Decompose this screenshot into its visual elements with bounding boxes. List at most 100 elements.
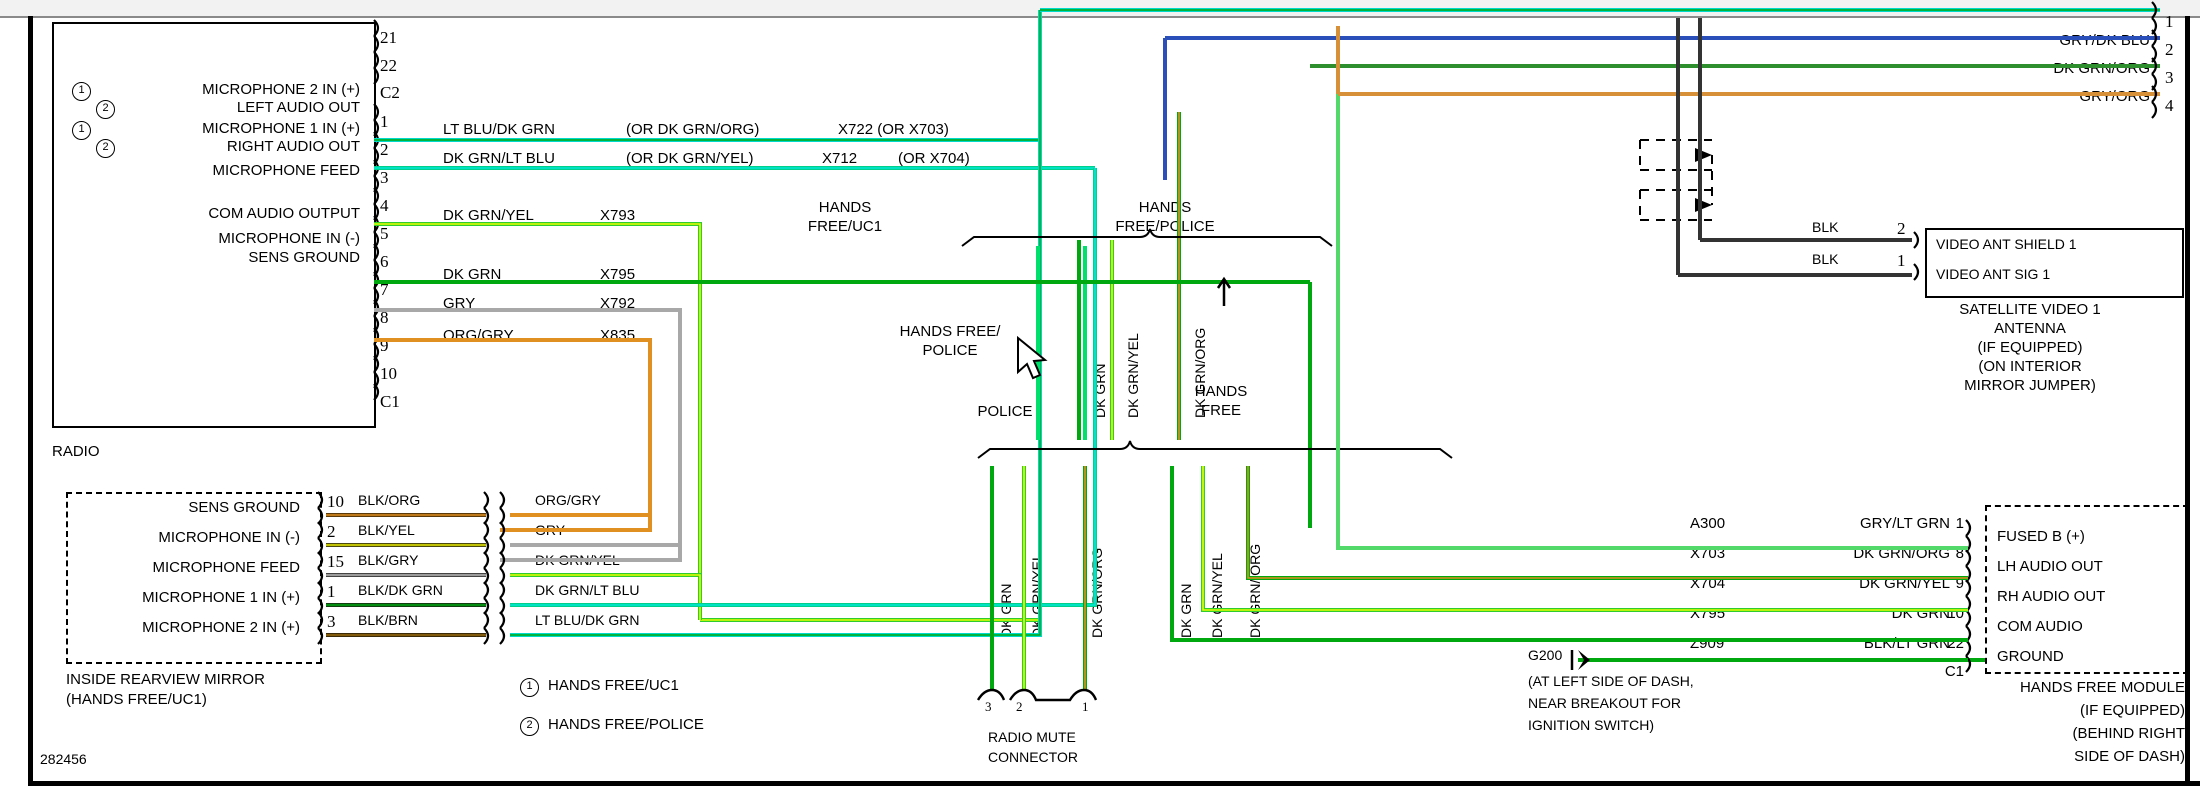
radio-wire1-circuit: X722 (OR X703) (838, 121, 949, 138)
radio-wire1-color: LT BLU/DK GRN (443, 121, 555, 138)
hfm-row3-pin: 10 (1947, 605, 1964, 622)
satellite-antenna-wire2-color: BLK (1812, 251, 1839, 267)
satellite-antenna-row2: VIDEO ANT SIG 1 (1936, 266, 2051, 282)
hfm-row4-circuit: Z909 (1690, 635, 1725, 652)
wiring-diagram-page: 21 22 C2 1 2 3 4 5 6 7 8 9 10 C1 MICROPH… (0, 0, 2200, 807)
radio-pin-9: 9 (380, 336, 389, 355)
hfm-row3-function: COM AUDIO (1997, 618, 2083, 635)
marker-circle-2-pin1: 2 (96, 100, 115, 119)
legend-marker-2: 2 (520, 717, 539, 736)
center-upper-label-dk-grn-yel: DK GRN/YEL (1125, 333, 1141, 418)
radio-mute-caption-line2: CONNECTOR (988, 749, 1078, 765)
mirror-row3-pin: 1 (327, 582, 336, 601)
hfm-row0-color: GRY/LT GRN (1859, 515, 1950, 532)
center-lower-label-dk-grn-2: DK GRN (1178, 583, 1194, 638)
legend-label-1: HANDS FREE/UC1 (548, 677, 679, 694)
radio-mute-pin-2: 2 (1016, 699, 1023, 714)
hfm-row0-circuit: A300 (1690, 515, 1726, 532)
radio-pin-2: 2 (380, 140, 389, 159)
bus-row3-pin: 3 (2165, 68, 2174, 87)
radio-mute-pin-3: 3 (985, 699, 992, 714)
satellite-antenna-caption-0: SATELLITE VIDEO 1 (1959, 301, 2101, 318)
radio-pin-4: 4 (380, 196, 389, 215)
center-upper-label-dk-grn-org: DK GRN/ORG (1192, 327, 1208, 418)
radio-pin-7: 7 (380, 280, 389, 299)
radio-wire1-alt: (OR DK GRN/ORG) (626, 121, 760, 138)
callout-hands-free-police-line1: HANDS FREE/ (899, 323, 1001, 340)
bracket-upper-left-label-line1: HANDS (818, 199, 872, 216)
satellite-antenna-caption-4: MIRROR JUMPER) (1964, 377, 2096, 394)
center-lower-label-dk-grn-org-2-text: DK GRN/ ORG (1247, 543, 1263, 638)
radio-pin2-function-a: MICROPHONE 1 IN (+) (202, 120, 360, 137)
hfm-row2-function: RH AUDIO OUT (1997, 588, 2106, 605)
radio-wire2-color: DK GRN/LT BLU (443, 150, 555, 167)
radio-wire7-circuit: X792 (600, 295, 636, 312)
radio-wire2-circuit: X712 (822, 150, 858, 167)
marker-circle-1-pin2: 1 (72, 121, 91, 140)
radio-wire4-color: DK GRN/YEL (443, 207, 534, 224)
radio-wire4-circuit: X793 (600, 207, 636, 224)
radio-pin-22: 22 (380, 56, 397, 75)
bracket-lower-right-label-line1: HANDS (1194, 383, 1248, 400)
radio-wire8-circuit: X835 (600, 327, 636, 344)
satellite-antenna-caption-2: (IF EQUIPPED) (1977, 339, 2083, 356)
inside-rearview-mirror-box (66, 492, 322, 664)
legend-label-2: HANDS FREE/POLICE (548, 716, 704, 733)
hfm-row4-color: BLK/LT GRN (1863, 635, 1950, 652)
ground-note-2: IGNITION SWITCH) (1528, 717, 1654, 733)
hfm-caption-0: HANDS FREE MODULE (2019, 679, 2185, 696)
mirror-row3-function: MICROPHONE 1 IN (+) (142, 589, 300, 606)
mirror-row4-pin: 3 (327, 612, 336, 631)
mirror-row2-function: MICROPHONE FEED (152, 559, 300, 576)
hfm-row1-pin: 8 (1955, 545, 1964, 562)
drawing-number: 282456 (40, 751, 87, 767)
radio-pin-1: 1 (380, 112, 389, 131)
marker-circle-2-pin2: 2 (96, 139, 115, 158)
hfm-caption-2: (BEHIND RIGHT (2072, 725, 2186, 742)
mirror-row2-color-right: DK GRN/YEL (535, 552, 620, 568)
center-lower-label-dk-grn-yel-1: DK GRN/YEL (1029, 553, 1045, 638)
radio-pin1-function-a: MICROPHONE 2 IN (+) (202, 81, 360, 98)
mirror-row3-color-right: DK GRN/LT BLU (535, 582, 640, 598)
radio-connector-c2-label: C2 (380, 83, 400, 102)
hfm-row1-function: LH AUDIO OUT (1997, 558, 2103, 575)
center-lower-label-dk-grn-org-1: DK GRN/ORG (1089, 547, 1105, 638)
mirror-caption-line1: INSIDE REARVIEW MIRROR (66, 671, 265, 688)
radio-pin-8: 8 (380, 308, 389, 327)
bus-row2-pin: 2 (2165, 40, 2174, 59)
radio-pin6-function: COM AUDIO OUTPUT (208, 205, 360, 222)
mirror-caption-line2: (HANDS FREE/UC1) (66, 691, 207, 708)
center-lower-label-dk-grn-org-2: DK GRN/ ORG (1247, 543, 1263, 638)
mirror-row0-color-left: BLK/ORG (358, 492, 421, 508)
radio-pin-6: 6 (380, 252, 389, 271)
mirror-row1-color-left: BLK/YEL (358, 522, 415, 538)
mirror-row0-pin: 10 (327, 492, 344, 511)
hfm-row2-circuit: X704 (1690, 575, 1726, 592)
hfm-row1-circuit: X703 (1690, 545, 1726, 562)
radio-wire6-color: DK GRN (443, 266, 502, 283)
radio-connector-c1-label: C1 (380, 392, 400, 411)
marker-circle-1-pin1: 1 (72, 82, 91, 101)
bus-row4-color: GRY/ORG (2079, 88, 2150, 105)
bus-row2-color: GRY/DK BLU (2059, 32, 2150, 49)
hfm-row2-color: DK GRN/YEL (1859, 575, 1950, 592)
mirror-row3-color-left: BLK/DK GRN (358, 582, 443, 598)
radio-pin1-function-b: LEFT AUDIO OUT (236, 99, 360, 116)
hfm-row3-circuit: X795 (1690, 605, 1726, 622)
hfm-row4-pin: 22 (1947, 635, 1964, 652)
satellite-antenna-row1: VIDEO ANT SHIELD 1 (1936, 236, 2077, 252)
legend-marker-1: 1 (520, 678, 539, 697)
callout-hands-free-police-line2: POLICE (922, 342, 978, 359)
radio-pin-21: 21 (380, 28, 397, 47)
radio-mute-caption-line1: RADIO MUTE (988, 729, 1076, 745)
mirror-row2-color-left: BLK/GRY (358, 552, 419, 568)
satellite-antenna-wire1-color: BLK (1812, 219, 1839, 235)
mirror-row2-pin: 15 (327, 552, 344, 571)
diagram-frame-bottom (28, 781, 2200, 786)
hfm-connector-label: C1 (1944, 663, 1964, 680)
center-upper-label-dk-grn: DK GRN (1092, 363, 1108, 418)
callout-police-label: POLICE (977, 403, 1033, 420)
bus-row1-pin: 1 (2165, 12, 2174, 31)
radio-pin4-function: MICROPHONE FEED (212, 162, 360, 179)
window-top-strip (0, 0, 2200, 18)
